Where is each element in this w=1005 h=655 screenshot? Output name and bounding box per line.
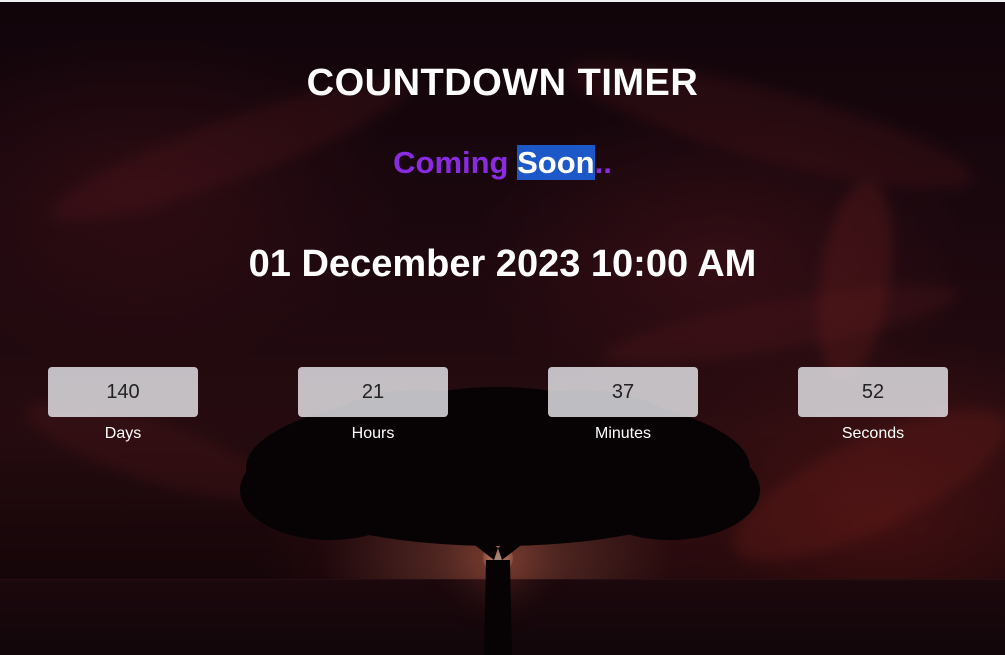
page-title: COUNTDOWN TIMER — [306, 62, 699, 104]
timer-hours: 21 Hours — [298, 367, 448, 443]
coming-text: Coming — [393, 145, 518, 180]
timer-seconds: 52 Seconds — [798, 367, 948, 443]
timer-days: 140 Days — [48, 367, 198, 443]
target-date: 01 December 2023 10:00 AM — [248, 243, 757, 285]
hours-label: Hours — [351, 425, 395, 442]
timer-row: 140 Days 21 Hours 37 Minutes 52 Seconds — [0, 367, 1005, 447]
selected-text: Soon — [517, 145, 595, 180]
timer-minutes: 37 Minutes — [548, 367, 698, 443]
coming-soon-text: Coming Soon.. — [0, 145, 1005, 181]
countdown-container: COUNTDOWN TIMER Coming Soon.. 01 Decembe… — [0, 0, 1005, 655]
minutes-label: Minutes — [594, 425, 652, 442]
seconds-value: 52 — [798, 367, 948, 417]
days-label: Days — [104, 425, 142, 442]
dots-text: .. — [594, 145, 612, 180]
hours-value: 21 — [298, 367, 448, 417]
days-value: 140 — [48, 367, 198, 417]
seconds-label: Seconds — [841, 425, 905, 442]
minutes-value: 37 — [548, 367, 698, 417]
